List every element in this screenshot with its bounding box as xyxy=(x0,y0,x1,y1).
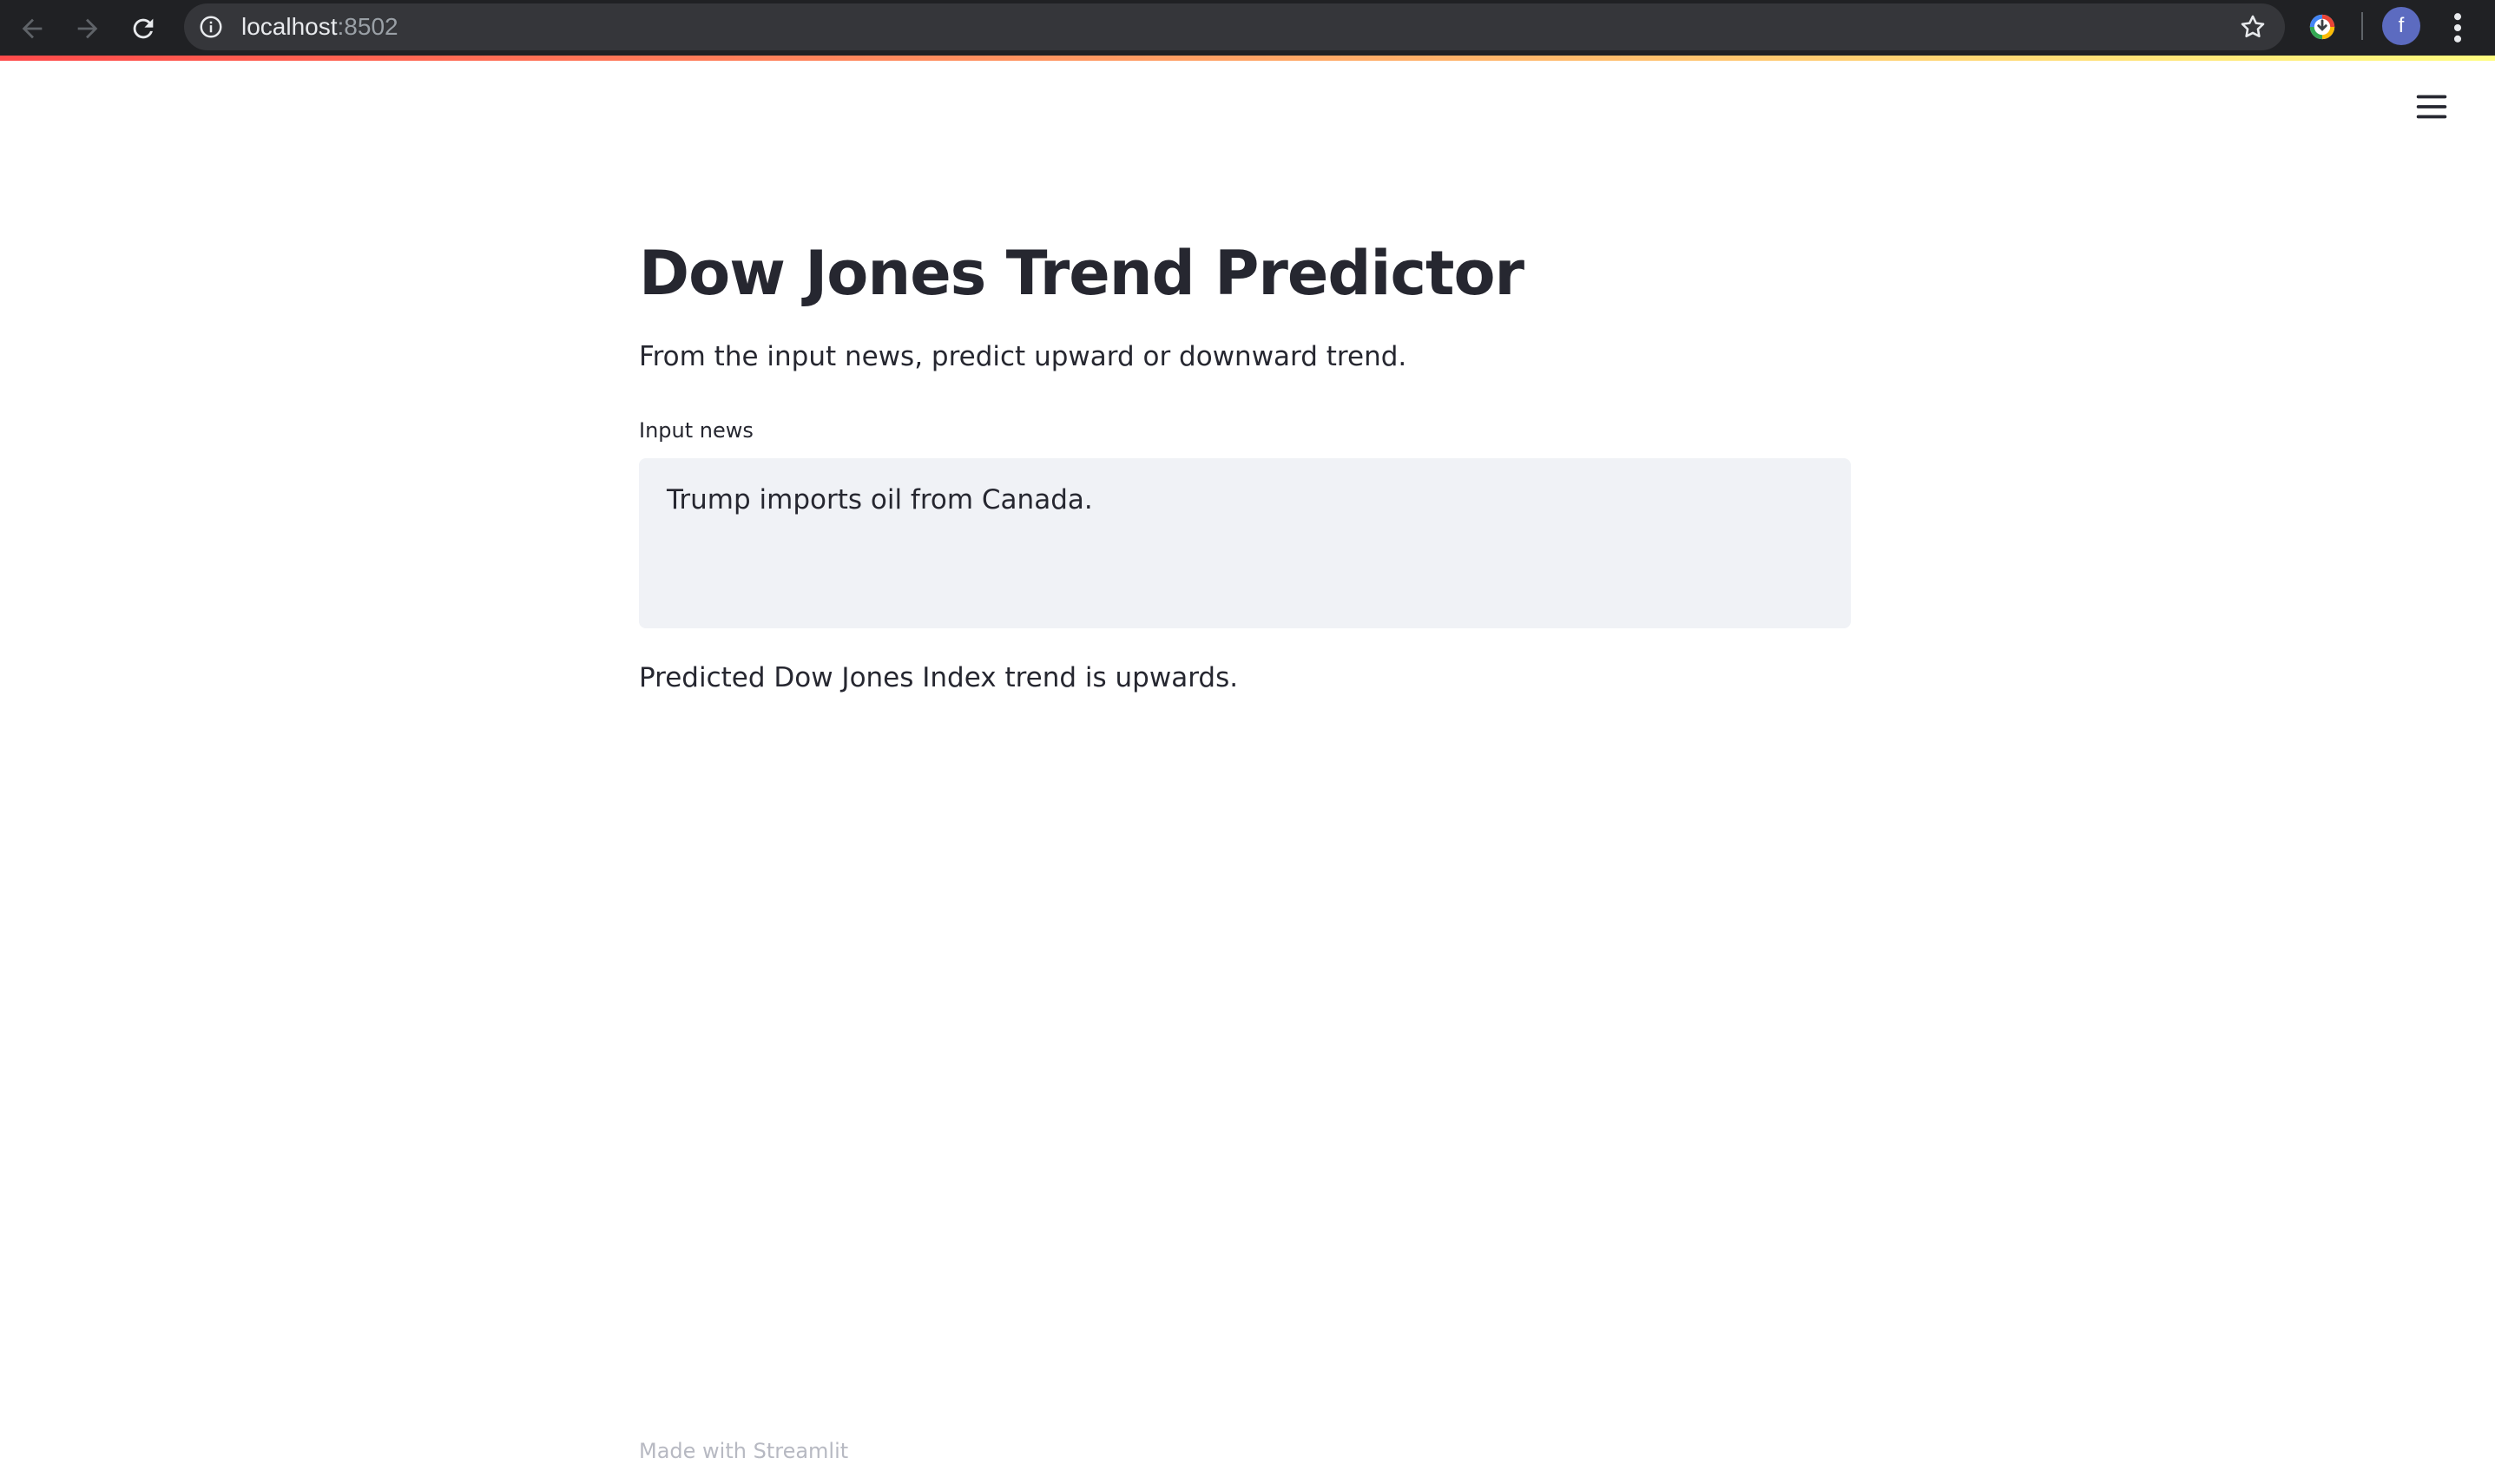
profile-avatar[interactable]: f xyxy=(2382,7,2420,45)
news-input[interactable]: Trump imports oil from Canada. xyxy=(639,458,1851,628)
menu-dots-icon[interactable] xyxy=(2443,9,2472,47)
back-arrow-icon xyxy=(22,18,43,39)
hamburger-menu-icon[interactable] xyxy=(2412,87,2452,127)
back-button[interactable] xyxy=(12,9,52,49)
reload-button[interactable] xyxy=(123,9,163,49)
reload-icon xyxy=(133,18,154,39)
main-content: Dow Jones Trend Predictor From the input… xyxy=(639,226,1851,693)
url-port: :8502 xyxy=(337,13,398,40)
address-bar[interactable]: localhost:8502 xyxy=(184,3,2285,50)
url-text[interactable]: localhost:8502 xyxy=(241,3,398,50)
page-description: From the input news, predict upward or d… xyxy=(639,341,1407,372)
footer-credit[interactable]: Made with Streamlit xyxy=(639,1435,848,1467)
star-icon[interactable] xyxy=(2238,12,2268,42)
browser-toolbar: localhost:8502 f xyxy=(0,0,2495,56)
toolbar-divider xyxy=(2361,12,2363,40)
info-icon[interactable] xyxy=(198,14,224,40)
forward-arrow-icon xyxy=(77,18,98,39)
forward-button[interactable] xyxy=(68,9,108,49)
prediction-result: Predicted Dow Jones Index trend is upwar… xyxy=(639,662,1239,693)
header-decoration xyxy=(0,56,2495,61)
input-news-label: Input news xyxy=(639,418,754,443)
page-title: Dow Jones Trend Predictor xyxy=(639,238,1524,309)
extension-icon[interactable] xyxy=(2307,12,2337,42)
url-host: localhost xyxy=(241,13,338,40)
